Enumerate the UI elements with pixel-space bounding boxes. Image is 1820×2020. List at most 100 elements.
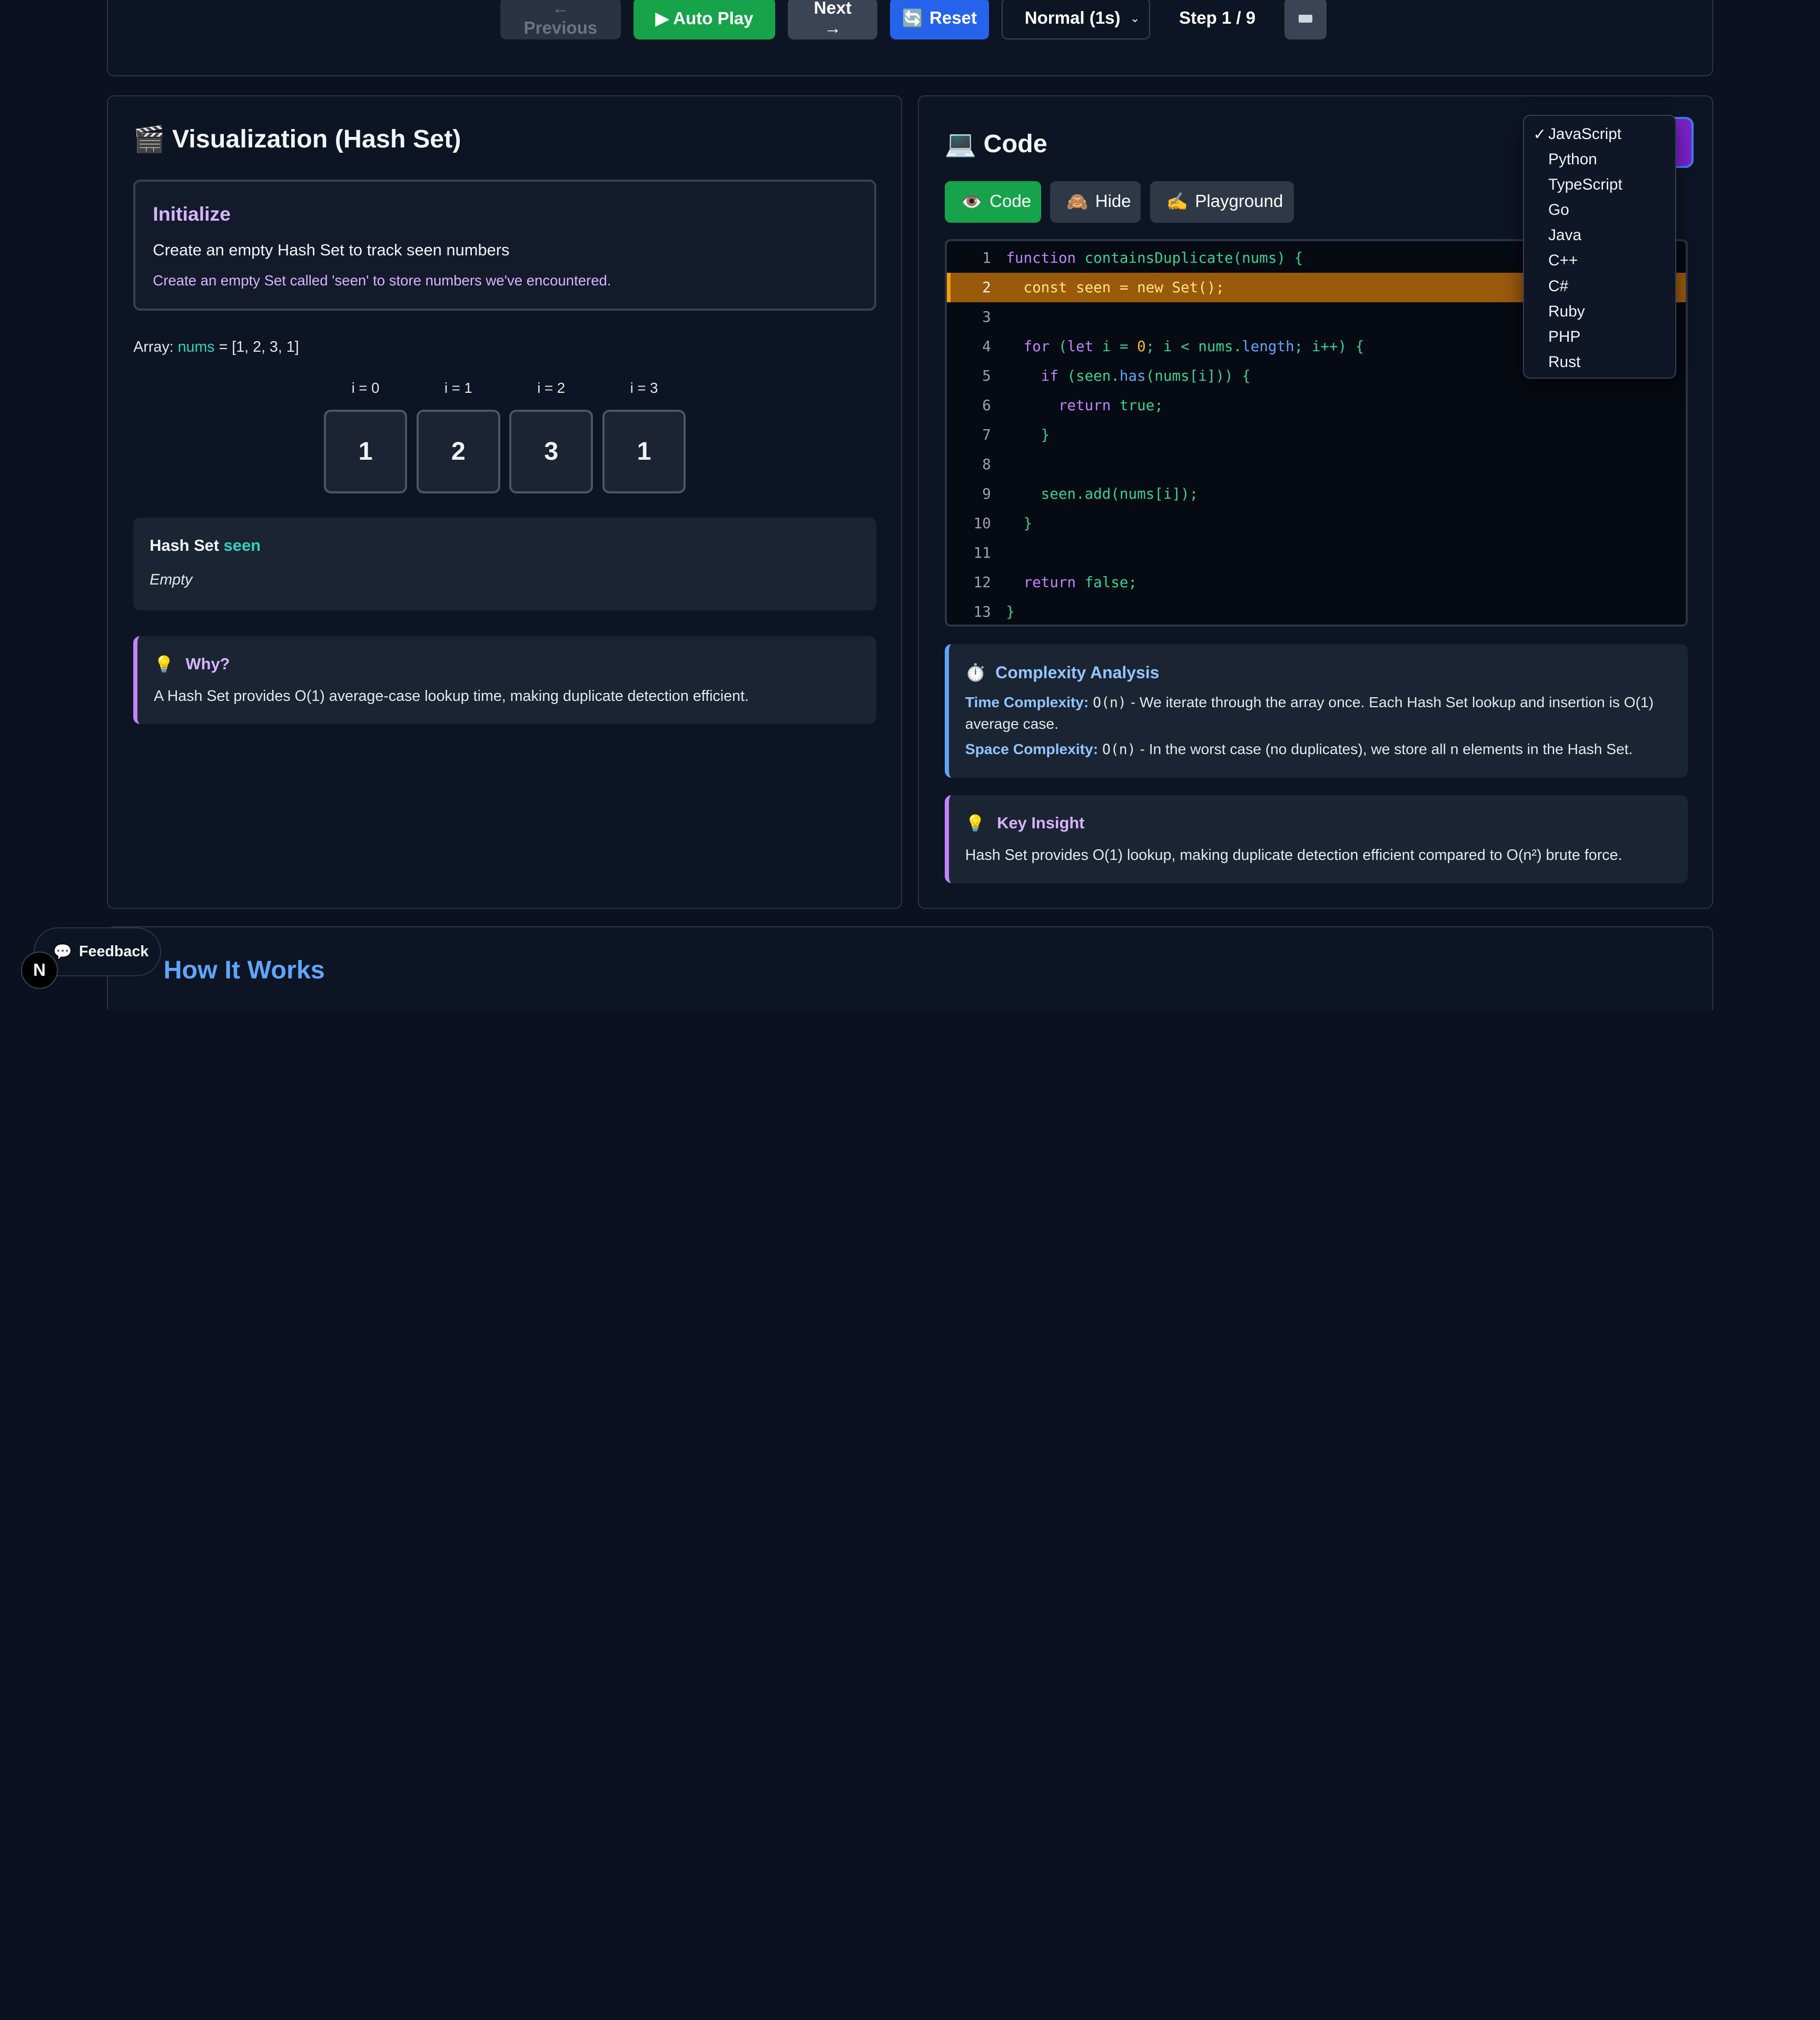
language-option-label: Rust (1548, 353, 1581, 371)
speed-select[interactable]: Normal (1s) ⌄ (1001, 0, 1150, 39)
language-option-label: C# (1548, 277, 1569, 295)
previous-button[interactable]: ← Previous (500, 0, 621, 39)
array-value: = [1, 2, 3, 1] (214, 339, 299, 356)
eye-icon: 👁️ (961, 192, 983, 212)
code-line: 8 (947, 450, 1686, 479)
feedback-label: Feedback (79, 943, 149, 960)
array-cells: i = 0 1 i = 1 2 i = 2 3 i = 3 1 (323, 379, 686, 493)
visualization-title: Visualization (Hash Set) (172, 125, 461, 154)
laptop-icon: 💻 (944, 130, 977, 159)
space-complexity-value: O(n) (1102, 741, 1136, 758)
language-option-java[interactable]: Java (1524, 223, 1675, 248)
code-text: } (1006, 514, 1033, 532)
line-number: 4 (982, 338, 991, 355)
space-complexity: Space Complexity: O(n) - In the worst ca… (965, 739, 1671, 760)
language-option-php[interactable]: PHP (1524, 324, 1675, 350)
tab-code-label: Code (990, 192, 1032, 212)
language-option-label: Java (1548, 226, 1581, 244)
app-canvas: ← Previous ▶ Auto Play Next → 🔄 Reset No… (0, 0, 1820, 1010)
tab-code[interactable]: 👁️ Code (944, 181, 1041, 223)
language-option-rust[interactable]: Rust (1524, 350, 1675, 375)
language-option-label: Go (1548, 201, 1569, 219)
hashset-label: Hash Set (150, 536, 224, 555)
pencil-icon: ✍️ (1166, 192, 1189, 212)
cell-index: i = 1 (444, 379, 472, 396)
playback-toolbar: ← Previous ▶ Auto Play Next → 🔄 Reset No… (500, 0, 1327, 39)
language-option-cpp[interactable]: C++ (1524, 248, 1675, 273)
controls-panel: ← Previous ▶ Auto Play Next → 🔄 Reset No… (106, 0, 1714, 77)
array-cell-1: i = 1 2 (417, 380, 500, 493)
code-line: 10 } (947, 509, 1686, 538)
reset-button[interactable]: 🔄 Reset (890, 0, 989, 39)
keyboard-icon (1298, 14, 1313, 23)
cell-value: 1 (323, 409, 408, 493)
time-complexity-label: Time Complexity: (965, 693, 1089, 710)
key-insight-box: 💡 Key Insight Hash Set provides O(1) loo… (944, 795, 1688, 884)
code-text: seen.add(nums[i]); (1006, 485, 1199, 502)
line-number: 6 (982, 397, 991, 414)
check-icon: ✓ (1533, 125, 1547, 143)
code-tabs: 👁️ Code 🙈 Hide ✍️ Playground (944, 181, 1294, 223)
code-line: 6 return true; (947, 391, 1686, 420)
step-description: Create an empty Hash Set to track seen n… (153, 240, 510, 259)
why-heading: 💡 Why? (154, 655, 860, 674)
keyboard-shortcuts-button[interactable] (1284, 0, 1327, 39)
key-insight-title: Key Insight (997, 814, 1085, 833)
code-text: for (let i = 0; i < nums.length; i++) { (1023, 338, 1364, 355)
code-heading: 💻 Code (945, 128, 1047, 159)
stopwatch-icon: ⏱️ (965, 663, 986, 682)
chevron-down-icon: ⌄ (1130, 12, 1140, 25)
autoplay-button[interactable]: ▶ Auto Play (634, 0, 776, 39)
array-cell-0: i = 0 1 (323, 380, 408, 493)
code-text: } (1006, 427, 1050, 444)
language-option-label: PHP (1548, 328, 1581, 345)
why-box: 💡 Why? A Hash Set provides O(1) average-… (133, 636, 876, 725)
line-number: 2 (982, 279, 991, 296)
hashset-title: Hash Set seen (150, 536, 860, 555)
code-line: 13} (947, 597, 1686, 627)
cell-index: i = 2 (537, 379, 566, 396)
next-button[interactable]: Next → (788, 0, 878, 39)
visualization-panel: 🎬 Visualization (Hash Set) Initialize Cr… (106, 95, 902, 909)
line-number: 13 (973, 603, 991, 620)
space-complexity-label: Space Complexity: (965, 740, 1099, 758)
step-title: Initialize (153, 203, 231, 225)
code-text: } (1006, 603, 1015, 620)
step-detail: Create an empty Set called 'seen' to sto… (153, 272, 611, 289)
monkey-icon: 🙈 (1066, 192, 1089, 212)
why-title: Why? (185, 655, 230, 674)
how-it-works-title: How It Works (163, 955, 325, 984)
step-counter: Step 1 / 9 (1179, 8, 1256, 28)
line-number: 9 (982, 485, 991, 502)
line-number: 5 (982, 368, 991, 385)
time-complexity-value: O(n) (1093, 694, 1126, 711)
language-option-go[interactable]: Go (1524, 197, 1675, 223)
why-text: A Hash Set provides O(1) average-case lo… (154, 688, 749, 705)
line-number: 8 (982, 456, 991, 473)
key-insight-heading: 💡 Key Insight (965, 814, 1671, 833)
hashset-box: Hash Set seen Empty (133, 517, 876, 611)
language-option-ruby[interactable]: Ruby (1524, 299, 1675, 324)
language-option-typescript[interactable]: TypeScript (1524, 172, 1675, 197)
time-complexity: Time Complexity: O(n) - We iterate throu… (965, 692, 1671, 734)
language-option-javascript[interactable]: ✓ JavaScript (1524, 122, 1675, 147)
line-number: 12 (973, 573, 991, 591)
lightbulb-icon: 💡 (154, 655, 174, 674)
chat-bubble-icon: 💬 (53, 943, 72, 961)
code-text: const seen = new Set(); (1006, 279, 1224, 296)
space-complexity-desc: - In the worst case (no duplicates), we … (1140, 740, 1633, 758)
language-option-csharp[interactable]: C# (1524, 274, 1675, 299)
line-number: 10 (973, 514, 991, 532)
reset-icon: 🔄 (902, 8, 924, 28)
avatar[interactable]: N (21, 952, 58, 989)
line-number: 7 (982, 427, 991, 444)
complexity-title: Complexity Analysis (995, 662, 1160, 682)
array-cell-3: i = 3 1 (602, 380, 686, 493)
language-option-label: Python (1548, 151, 1597, 169)
language-option-python[interactable]: Python (1524, 147, 1675, 172)
tab-playground[interactable]: ✍️ Playground (1150, 181, 1294, 223)
tab-hide[interactable]: 🙈 Hide (1050, 181, 1141, 223)
code-line: 11 (947, 538, 1686, 568)
code-line: 9 seen.add(nums[i]); (947, 479, 1686, 509)
language-option-label: TypeScript (1548, 176, 1623, 194)
